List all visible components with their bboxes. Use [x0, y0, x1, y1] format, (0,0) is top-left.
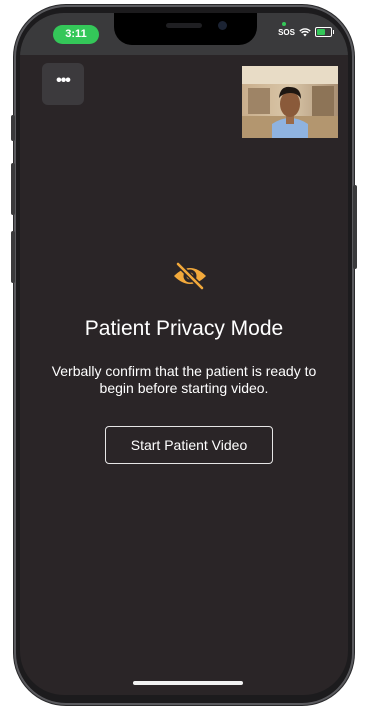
power-button: [353, 185, 357, 269]
speaker-grille: [166, 23, 202, 28]
home-indicator[interactable]: [133, 681, 243, 685]
start-patient-video-button[interactable]: Start Patient Video: [105, 426, 273, 464]
eye-slash-icon: [174, 261, 206, 291]
self-video-thumbnail[interactable]: [242, 66, 338, 138]
more-options-button[interactable]: •••: [42, 63, 84, 105]
wifi-icon: [299, 27, 311, 36]
silent-switch: [11, 115, 15, 141]
volume-up-button: [11, 163, 15, 215]
app-screen: 3:11 SOS ••• Patient Privacy Mode Verbal…: [20, 13, 348, 695]
volume-down-button: [11, 231, 15, 283]
front-camera: [218, 21, 227, 30]
self-video-image: [242, 66, 338, 138]
privacy-mode-message: Verbally confirm that the patient is rea…: [51, 363, 317, 396]
privacy-mode-title: Patient Privacy Mode: [84, 317, 284, 340]
notch: [114, 13, 257, 45]
status-time[interactable]: 3:11: [53, 25, 99, 44]
sos-label: SOS: [278, 27, 295, 37]
status-icons: SOS: [278, 27, 334, 37]
camera-in-use-indicator: [282, 22, 286, 26]
status-bar: 3:11 SOS: [20, 13, 348, 55]
battery-level: [317, 29, 325, 35]
battery-icon: [315, 27, 334, 37]
